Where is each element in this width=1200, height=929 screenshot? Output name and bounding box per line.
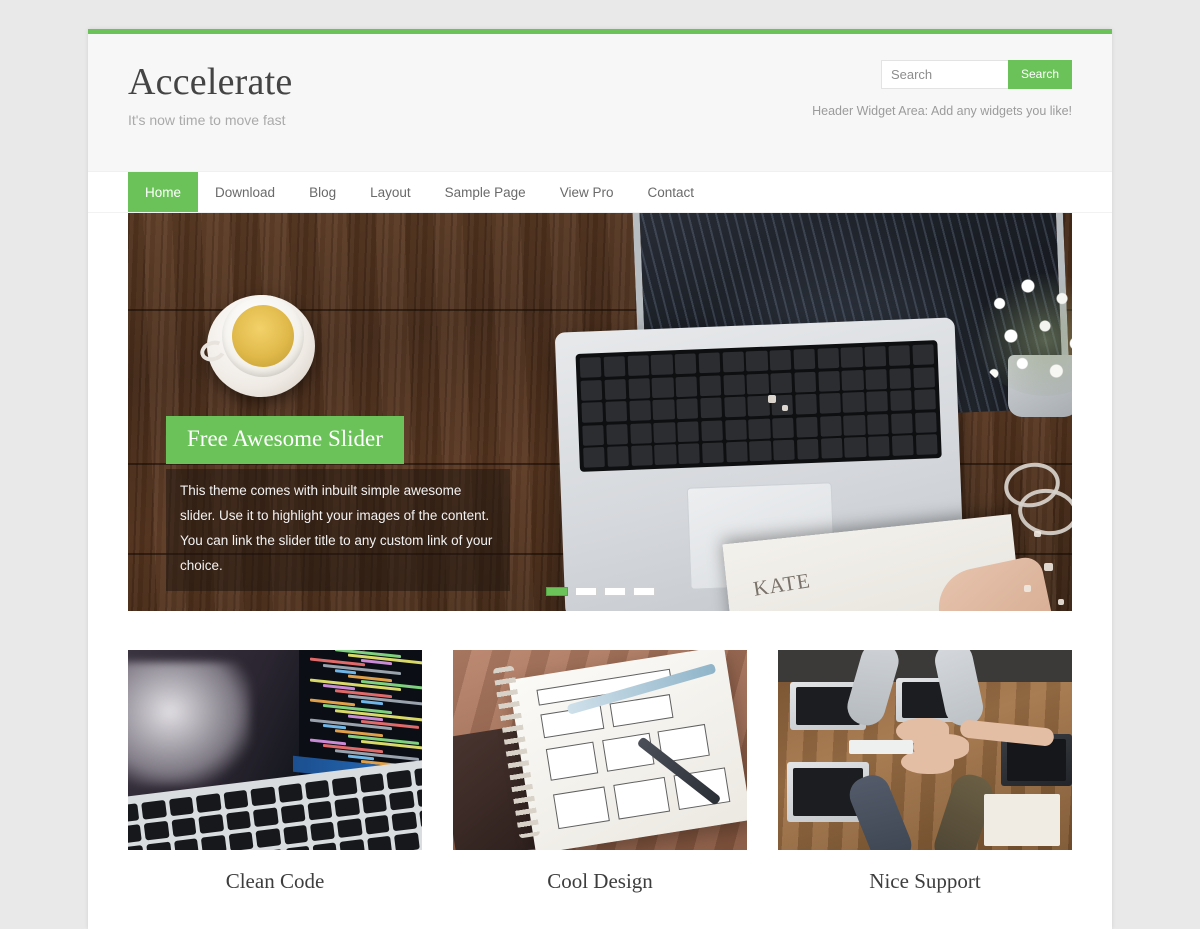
site-container: Accelerate It's now time to move fast Se… [88,29,1112,929]
feature-image-nice-support[interactable] [778,650,1072,850]
feature-title[interactable]: Nice Support [778,869,1072,894]
header-widget-area: Search Header Widget Area: Add any widge… [812,60,1072,118]
slider-caption-text: This theme comes with inbuilt simple awe… [166,469,510,591]
slider-pager-dot-4[interactable] [632,587,655,596]
nav-item-contact[interactable]: Contact [630,172,711,212]
site-header: Accelerate It's now time to move fast Se… [88,34,1112,172]
feature-item: Clean Code [128,650,422,906]
slider-pagination [128,587,1072,596]
header-widget-note: Header Widget Area: Add any widgets you … [812,104,1072,118]
hero-slider: KATE Free Awesome Slider This theme come… [128,213,1072,611]
feature-image-cool-design[interactable] [453,650,747,850]
feature-item: Cool Design [453,650,747,906]
search-form: Search [812,60,1072,89]
site-tagline: It's now time to move fast [128,111,286,128]
slider-pager-dot-3[interactable] [603,587,626,596]
search-input[interactable] [880,60,1008,89]
slider-caption-title[interactable]: Free Awesome Slider [166,416,404,464]
nav-item-sample-page[interactable]: Sample Page [428,172,543,212]
feature-title[interactable]: Clean Code [128,869,422,894]
nav-item-layout[interactable]: Layout [353,172,428,212]
slider-pager-dot-2[interactable] [574,587,597,596]
nav-item-view-pro[interactable]: View Pro [543,172,631,212]
feature-image-clean-code[interactable] [128,650,422,850]
site-title[interactable]: Accelerate [128,61,292,104]
feature-title[interactable]: Cool Design [453,869,747,894]
slider-pager-dot-1[interactable] [545,587,568,596]
site-branding: Accelerate It's now time to move fast [128,61,292,128]
feature-item: Nice Support [778,650,1072,906]
nav-item-home[interactable]: Home [128,172,199,212]
tea-liquid-shape [232,305,294,367]
features-section: Clean Code Cool Design Nice Support [128,611,1072,906]
main-navigation: Home Download Blog Layout Sample Page View Pr… [88,172,1112,213]
laptop-keyboard-shape [575,340,942,472]
search-button[interactable]: Search [1007,60,1072,89]
notebook-handwriting: KATE [751,568,813,601]
nav-item-blog[interactable]: Blog [292,172,353,212]
nav-item-download[interactable]: Download [198,172,292,212]
